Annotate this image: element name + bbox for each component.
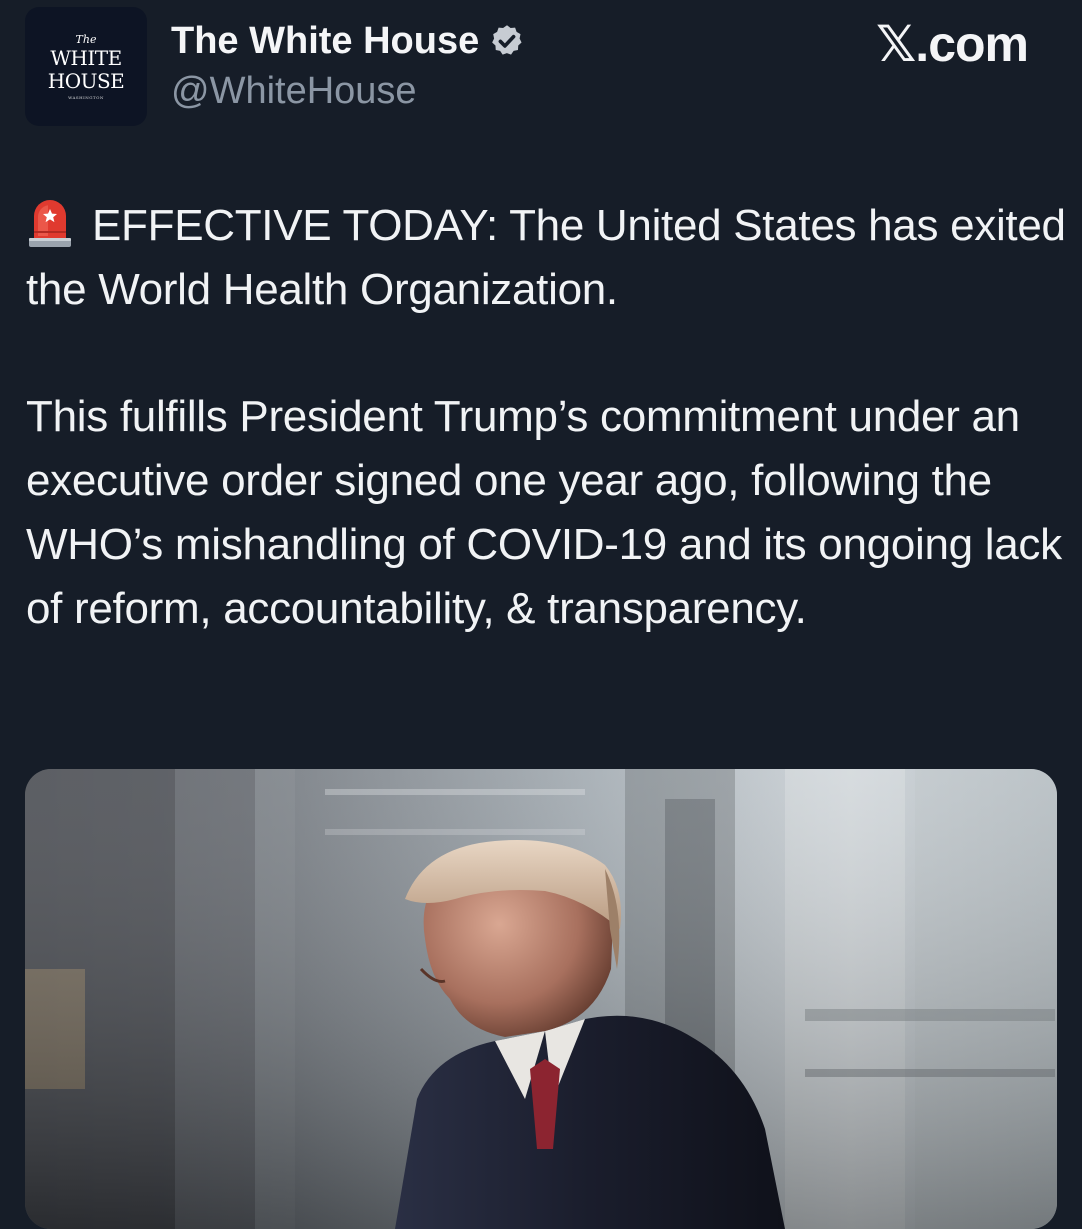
- x-logo-icon: 𝕏: [876, 15, 916, 73]
- avatar-line-house: HOUSE: [47, 68, 125, 93]
- tweet-paragraph-1-text: EFFECTIVE TODAY: The United States has e…: [26, 201, 1066, 314]
- avatar-line-washington: WASHINGTON: [68, 94, 104, 100]
- tweet-body: EFFECTIVE TODAY: The United States has e…: [26, 194, 1066, 641]
- brand-suffix: .com: [915, 16, 1029, 72]
- police-siren-icon: [29, 200, 71, 247]
- display-name-row: The White House: [171, 18, 525, 64]
- photo-night-scene: [25, 769, 1057, 1229]
- white-house-avatar[interactable]: The WHITE HOUSE WASHINGTON: [25, 7, 147, 126]
- tweet-paragraph-1: EFFECTIVE TODAY: The United States has e…: [26, 194, 1066, 322]
- x-com-brand: 𝕏.com: [876, 15, 1029, 73]
- user-handle[interactable]: @WhiteHouse: [171, 68, 417, 114]
- avatar-line-white: WHITE: [50, 45, 122, 70]
- tweet-paragraph-2: This fulfills President Trump’s commitme…: [26, 392, 1062, 633]
- verified-badge-icon: [492, 25, 522, 55]
- tweet-photo[interactable]: [25, 769, 1057, 1229]
- tweet-header: The WHITE HOUSE WASHINGTON The White Hou…: [0, 0, 1082, 140]
- avatar-line-the: The: [75, 32, 97, 46]
- display-name[interactable]: The White House: [171, 18, 479, 64]
